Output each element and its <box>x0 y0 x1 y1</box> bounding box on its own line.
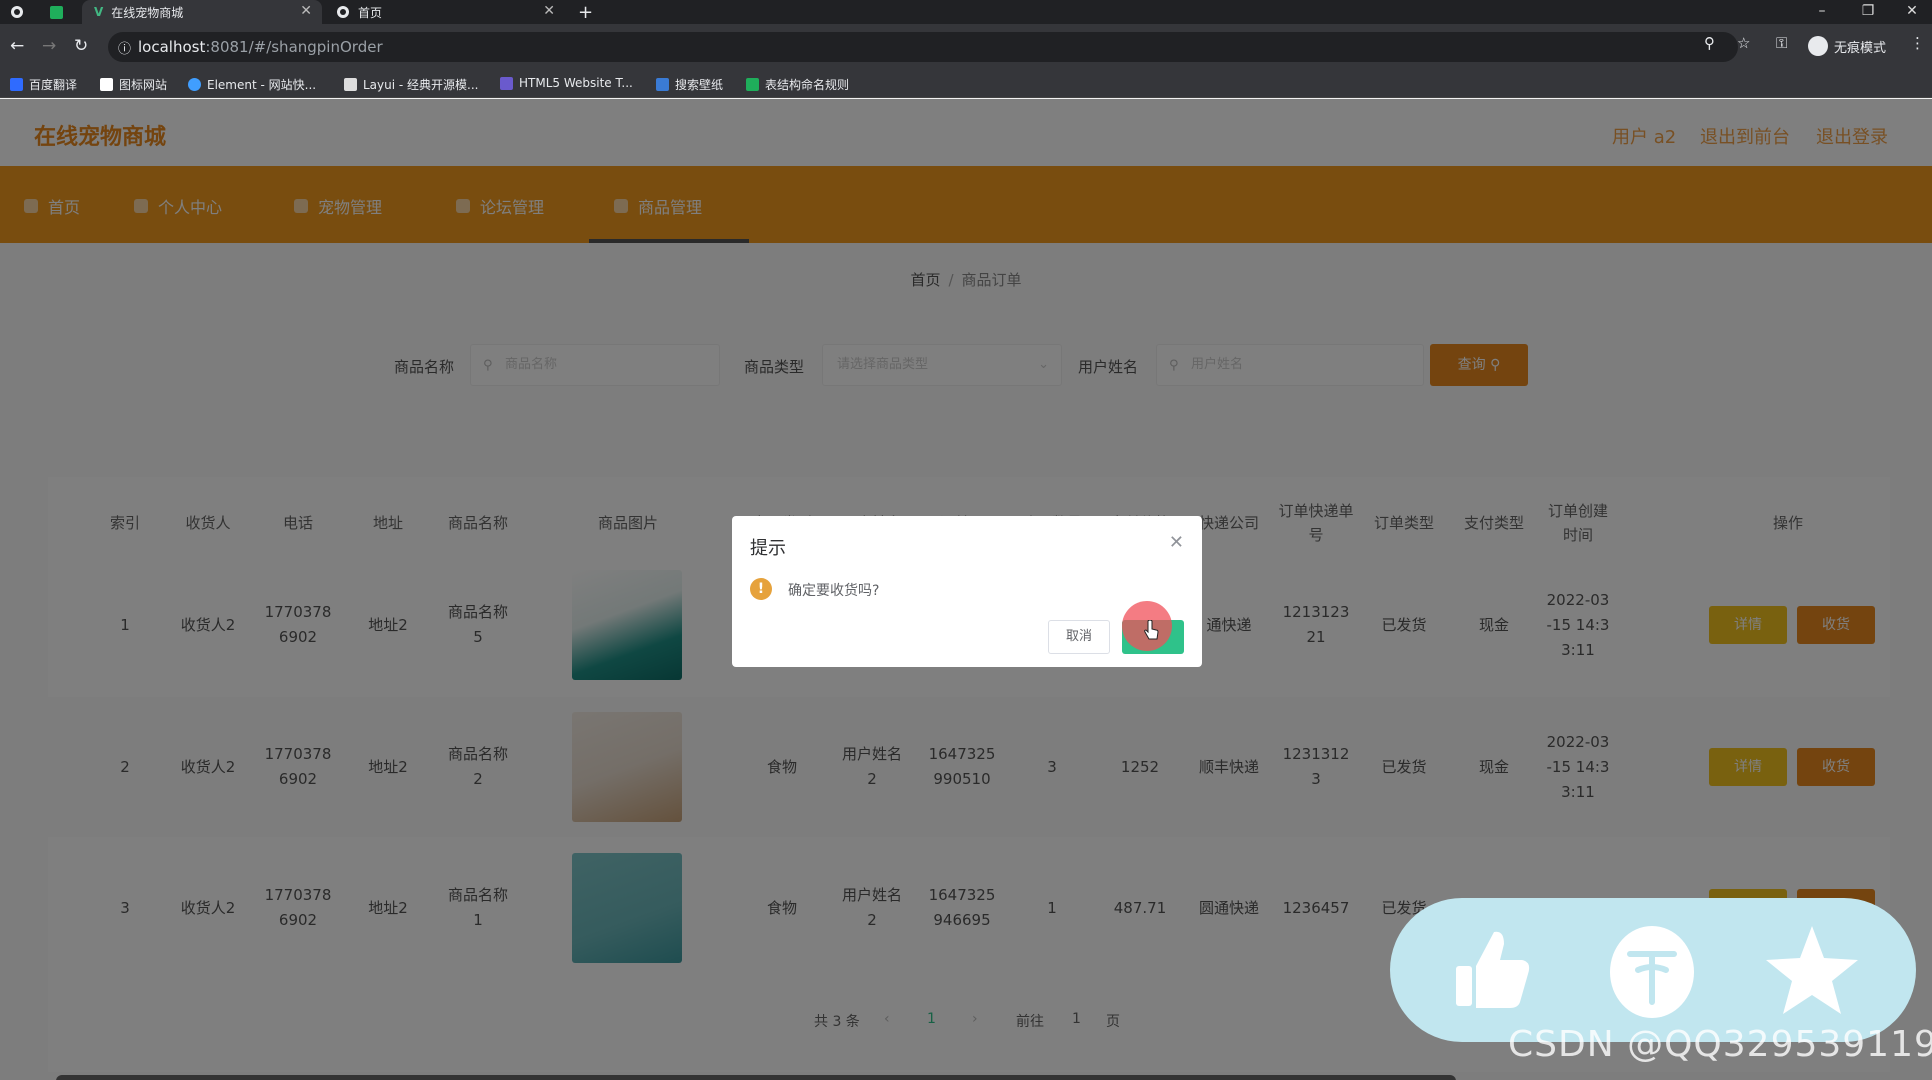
back-icon[interactable]: ← <box>10 36 24 56</box>
watermark: CSDN @QQ3295391197 <box>1508 1024 1932 1065</box>
reaction-widget <box>1390 898 1916 1042</box>
menu-icon[interactable]: ⋮ <box>1910 34 1925 52</box>
globe-icon <box>11 6 23 18</box>
hand-cursor-icon <box>1144 620 1159 640</box>
flag-icon <box>100 78 113 91</box>
element-icon <box>188 78 201 91</box>
close-icon[interactable]: ✕ <box>543 3 555 19</box>
cancel-button[interactable]: 取消 <box>1048 620 1110 654</box>
tab-label: 首页 <box>358 5 383 20</box>
wallpaper-icon <box>656 78 669 91</box>
bookmark-item[interactable]: Layui - 经典开源模... <box>344 76 478 93</box>
dialog-message: 确定要收货吗? <box>788 583 880 599</box>
key-icon[interactable]: ⚿ <box>1776 34 1787 52</box>
star-icon[interactable] <box>1762 920 1862 1020</box>
globe-icon <box>337 6 349 18</box>
dialog-title: 提示 <box>750 538 786 559</box>
incognito-indicator[interactable]: 无痕模式 <box>1808 36 1886 56</box>
tab-label: 在线宠物商城 <box>111 5 184 20</box>
close-icon[interactable]: ✕ <box>1169 532 1184 553</box>
info-icon: ⓘ <box>118 42 132 57</box>
warning-icon: ! <box>750 578 772 600</box>
window-close-icon[interactable]: ✕ <box>1892 0 1932 24</box>
new-tab-button[interactable]: + <box>578 0 593 24</box>
bookmark-item[interactable]: HTML5 Website T... <box>500 76 633 90</box>
sheet-icon <box>746 78 759 91</box>
tab-home[interactable]: 首页 ✕ <box>330 0 565 24</box>
tab-pinned-globe[interactable] <box>10 0 34 24</box>
url-text: localhost:8081/#/shangpinOrder <box>138 38 383 56</box>
thumbs-up-icon[interactable] <box>1442 920 1542 1020</box>
minimize-icon[interactable]: – <box>1802 0 1842 24</box>
tab-shop[interactable]: V 在线宠物商城 ✕ <box>82 0 322 24</box>
bookmark-item[interactable]: 表结构命名规则 <box>746 76 849 93</box>
coin-icon[interactable] <box>1602 920 1702 1020</box>
tab-pinned-sheet[interactable] <box>50 0 74 24</box>
bookmark-item[interactable]: 图标网站 <box>100 76 167 93</box>
reload-icon[interactable]: ↻ <box>74 36 88 56</box>
layui-icon <box>344 78 357 91</box>
vue-icon: V <box>94 5 104 19</box>
bookmark-item[interactable]: 搜索壁纸 <box>656 76 723 93</box>
sheet-icon <box>50 5 63 19</box>
restore-icon[interactable]: ❐ <box>1848 0 1888 24</box>
zoom-icon[interactable]: ⚲ <box>1704 34 1715 52</box>
star-icon[interactable]: ☆ <box>1737 34 1750 52</box>
html5-icon <box>500 76 513 90</box>
browser-toolbar: ← → ↻ ⓘ localhost:8081/#/shangpinOrder ⚲… <box>0 24 1932 70</box>
incognito-icon <box>1808 36 1828 56</box>
forward-icon[interactable]: → <box>42 36 56 56</box>
address-bar[interactable]: ⓘ localhost:8081/#/shangpinOrder <box>108 32 1738 62</box>
close-icon[interactable]: ✕ <box>300 3 312 19</box>
bookmarks-bar: 百度翻译 图标网站 Element - 网站快... Layui - 经典开源模… <box>0 70 1932 98</box>
bookmark-item[interactable]: Element - 网站快... <box>188 76 316 93</box>
browser-tab-strip: V 在线宠物商城 ✕ 首页 ✕ + – ❐ ✕ <box>0 0 1932 24</box>
bookmark-item[interactable]: 百度翻译 <box>10 76 77 93</box>
bookmark-icon <box>10 78 23 91</box>
